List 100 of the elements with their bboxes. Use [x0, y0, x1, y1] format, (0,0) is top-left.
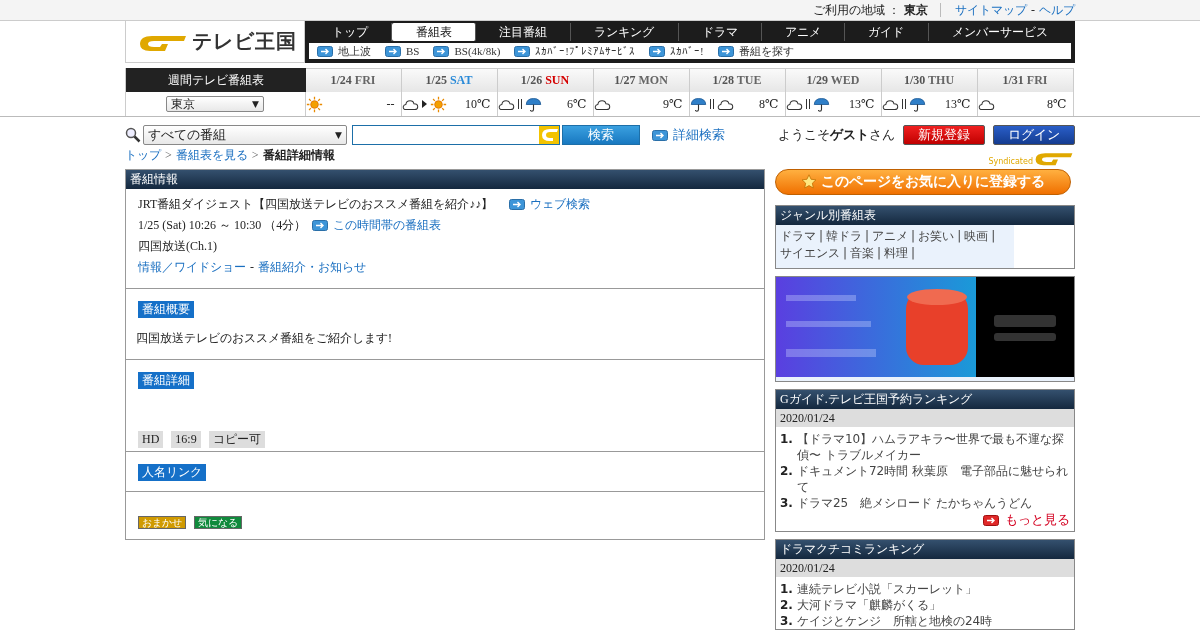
genre-separator: | [911, 228, 916, 245]
genre-link[interactable]: 音楽 [850, 245, 875, 262]
time-slot-link[interactable]: この時間帯の番組表 [312, 215, 442, 236]
help-link[interactable]: ヘルプ [1039, 1, 1075, 19]
ranking-item-link[interactable]: 大河ドラマ「麒麟がくる」 [796, 597, 941, 613]
temperature: 8℃ [1047, 96, 1067, 112]
ranking-item-link[interactable]: ドキュメント72時間 秋葉原 電子部品に魅せられて [796, 463, 1070, 495]
g-guide-logo-icon [1033, 150, 1075, 166]
umbrella-icon [908, 95, 926, 113]
nav-tab[interactable]: 番組表 [392, 23, 476, 41]
rank-number: 2. [780, 597, 793, 613]
temperature: 8℃ [759, 96, 779, 112]
day-tab[interactable]: 1/30 THU [881, 68, 978, 92]
channel-name: 四国放送(Ch.1) [138, 238, 217, 255]
genre-link[interactable]: サイエンス [780, 245, 840, 262]
action-button[interactable]: 気になる [194, 516, 242, 529]
rank-number: 3. [780, 495, 793, 511]
channel-link[interactable]: BS [385, 45, 420, 57]
syndicated-label: Syndicated [988, 157, 1033, 166]
advanced-search-link[interactable]: 詳細検索 [652, 126, 725, 144]
section-heading: 人名リンク [138, 464, 206, 481]
genre-link[interactable]: 韓ドラ [826, 228, 863, 245]
breadcrumb-link[interactable]: 番組表を見る [175, 147, 248, 163]
channel-link[interactable]: 番組を探す [717, 43, 794, 59]
welcome-text: ようこそゲストさん [778, 126, 895, 144]
sun-icon [305, 95, 323, 113]
program-summary: 四国放送テレビのおススメ番組をご紹介します! [136, 330, 393, 347]
category-select[interactable]: すべての番組 ▼ [143, 125, 347, 145]
nav-tab[interactable]: ランキング [571, 23, 679, 41]
then-arrow-icon [421, 100, 427, 108]
register-button[interactable]: 新規登録 [903, 125, 985, 145]
day-tab[interactable]: 1/28 TUE [689, 68, 786, 92]
day-tab[interactable]: 1/29 WED [785, 68, 882, 92]
section-heading: 番組概要 [138, 301, 194, 318]
panel-header: 番組情報 [126, 170, 764, 189]
section-heading: 番組詳細 [138, 372, 194, 389]
day-tab[interactable]: 1/31 FRI [977, 68, 1074, 92]
channel-link[interactable]: ｽｶﾊﾞｰ! [649, 45, 704, 57]
rank-number: 3. [780, 613, 793, 629]
search-button[interactable]: 検索 [562, 125, 640, 145]
search-field[interactable] [352, 125, 560, 145]
umbrella-icon [524, 95, 542, 113]
rank-number: 1. [780, 431, 793, 448]
sitemap-link[interactable]: サイトマップ [955, 1, 1027, 19]
umbrella-icon [812, 95, 830, 113]
genre-link[interactable]: お笑い [918, 228, 955, 245]
genre-separator: | [911, 245, 916, 262]
ranking-item-link[interactable]: ケイジとケンジ 所轄と地検の24時 [796, 613, 993, 629]
breadcrumb-separator: > [165, 147, 172, 163]
umbrella-icon [689, 95, 707, 113]
temperature: 6℃ [567, 96, 587, 112]
breadcrumb-separator: > [251, 147, 259, 163]
format-tag: HD [138, 431, 164, 448]
genre-separator: | [957, 228, 962, 245]
nav-tab[interactable]: 注目番組 [475, 23, 572, 41]
area-select[interactable]: 東京 ▼ [166, 96, 264, 112]
temperature: -- [386, 96, 395, 112]
g-logo-icon [539, 126, 559, 144]
rank-number: 1. [780, 581, 793, 597]
genre-link[interactable]: ドラマ [780, 228, 816, 245]
day-tab[interactable]: 1/27 MON [593, 68, 690, 92]
weekly-guide-title: 週間テレビ番組表 [125, 68, 306, 92]
genre-separator: | [843, 245, 848, 262]
day-tab[interactable]: 1/25 SAT [401, 68, 498, 92]
ranking-item-link[interactable]: 【ドラマ10】ハムラアキラ〜世界で最も不運な探偵〜 トラブルメイカー [796, 431, 1070, 463]
sometimes-bars-icon [901, 99, 906, 109]
nav-tab[interactable]: ガイド [845, 23, 929, 41]
day-tab[interactable]: 1/26 SUN [497, 68, 594, 92]
more-link[interactable]: もっと見る [983, 511, 1070, 529]
genre-link[interactable]: アニメ [872, 228, 909, 245]
genre-separator: - [250, 259, 254, 276]
nav-tab[interactable]: ドラマ [678, 23, 762, 41]
login-button[interactable]: ログイン [993, 125, 1075, 145]
genre-separator: | [865, 228, 870, 245]
ranking-date: 2020/01/24 [776, 559, 1074, 577]
nav-tab[interactable]: アニメ [761, 23, 846, 41]
ranking-item-link[interactable]: ドラマ25 絶メシロード たかちゃんうどん [796, 495, 1032, 511]
breadcrumb-link[interactable]: トップ [125, 147, 161, 163]
ranking-item-link[interactable]: 連続テレビ小説「スカーレット」 [796, 581, 977, 597]
program-title: JRT番組ダイジェスト【四国放送テレビのおススメ番組を紹介♪♪】 [138, 196, 494, 213]
temperature: 10℃ [465, 96, 491, 112]
temperature: 13℃ [945, 96, 971, 112]
search-icon [125, 127, 141, 143]
panel-header: Gガイド.テレビ王国予約ランキング [776, 390, 1074, 409]
web-search-link[interactable]: ウェブ検索 [509, 194, 591, 215]
genre-separator: | [991, 228, 996, 245]
format-tag: 16:9 [171, 431, 201, 448]
channel-link[interactable]: BS(4k/8k) [433, 45, 501, 57]
temperature: 9℃ [663, 96, 683, 112]
nav-tab[interactable]: メンバーサービス [928, 23, 1071, 41]
channel-link[interactable]: 地上波 [317, 43, 371, 59]
genre-link[interactable]: 映画 [964, 228, 989, 245]
day-tab[interactable]: 1/24 FRI [305, 68, 402, 92]
genre-separator: | [819, 228, 824, 245]
genre-link[interactable]: 番組紹介・お知らせ [258, 257, 366, 278]
genre-separator: | [877, 245, 882, 262]
channel-link[interactable]: ｽｶﾊﾞｰ!ﾌﾟﾚﾐｱﾑｻｰﾋﾞｽ [514, 45, 635, 57]
genre-link[interactable]: 情報／ワイドショー [138, 257, 246, 278]
genre-link[interactable]: 料理 [884, 245, 909, 262]
link-separator: - [1031, 2, 1035, 18]
